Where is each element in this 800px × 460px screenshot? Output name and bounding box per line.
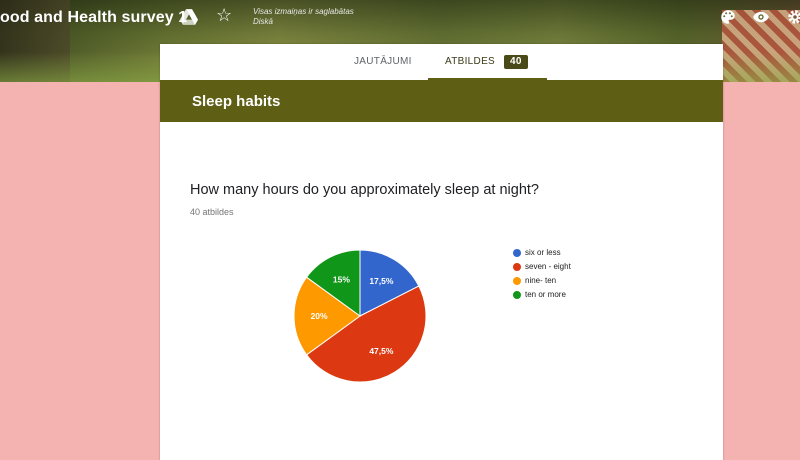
legend-dot-icon bbox=[513, 277, 521, 285]
legend-label: ten or more bbox=[525, 290, 566, 299]
settings-icon[interactable] bbox=[786, 8, 800, 26]
pie-slice-label: 20% bbox=[311, 311, 328, 321]
tab-bar: JAUTĀJUMI ATBILDES 40 bbox=[160, 44, 723, 80]
star-icon[interactable]: ☆ bbox=[216, 4, 232, 26]
question-title: How many hours do you approximately slee… bbox=[190, 182, 539, 198]
tab-responses-label: ATBILDES bbox=[445, 56, 496, 67]
pie-slice-label: 15% bbox=[333, 275, 350, 285]
pie-chart: 17,5% 47,5% 20% 15% bbox=[293, 249, 427, 383]
section-header: Sleep habits bbox=[160, 80, 723, 122]
legend-label: nine- ten bbox=[525, 276, 557, 285]
drive-icon[interactable] bbox=[180, 9, 198, 25]
tab-responses[interactable]: ATBILDES 40 bbox=[428, 44, 547, 80]
form-title[interactable]: ood and Health survey 1 bbox=[0, 9, 187, 27]
tab-questions[interactable]: JAUTĀJUMI bbox=[354, 44, 412, 78]
preview-icon[interactable] bbox=[752, 8, 770, 26]
save-status: Visas izmaiņas ir saglabātas Diskā bbox=[253, 7, 354, 26]
legend-dot-icon bbox=[513, 263, 521, 271]
responses-count-badge: 40 bbox=[504, 55, 528, 69]
palette-icon[interactable] bbox=[719, 8, 737, 26]
legend-dot-icon bbox=[513, 249, 521, 257]
legend-label: seven - eight bbox=[525, 262, 571, 271]
legend-label: six or less bbox=[525, 248, 561, 257]
section-title: Sleep habits bbox=[192, 93, 281, 110]
pie-slice-label: 17,5% bbox=[369, 276, 394, 286]
pie-slice-label: 47,5% bbox=[369, 346, 394, 356]
response-count: 40 atbildes bbox=[190, 207, 234, 217]
legend-dot-icon bbox=[513, 291, 521, 299]
responses-card: JAUTĀJUMI ATBILDES 40 Sleep habits How m… bbox=[160, 44, 723, 460]
